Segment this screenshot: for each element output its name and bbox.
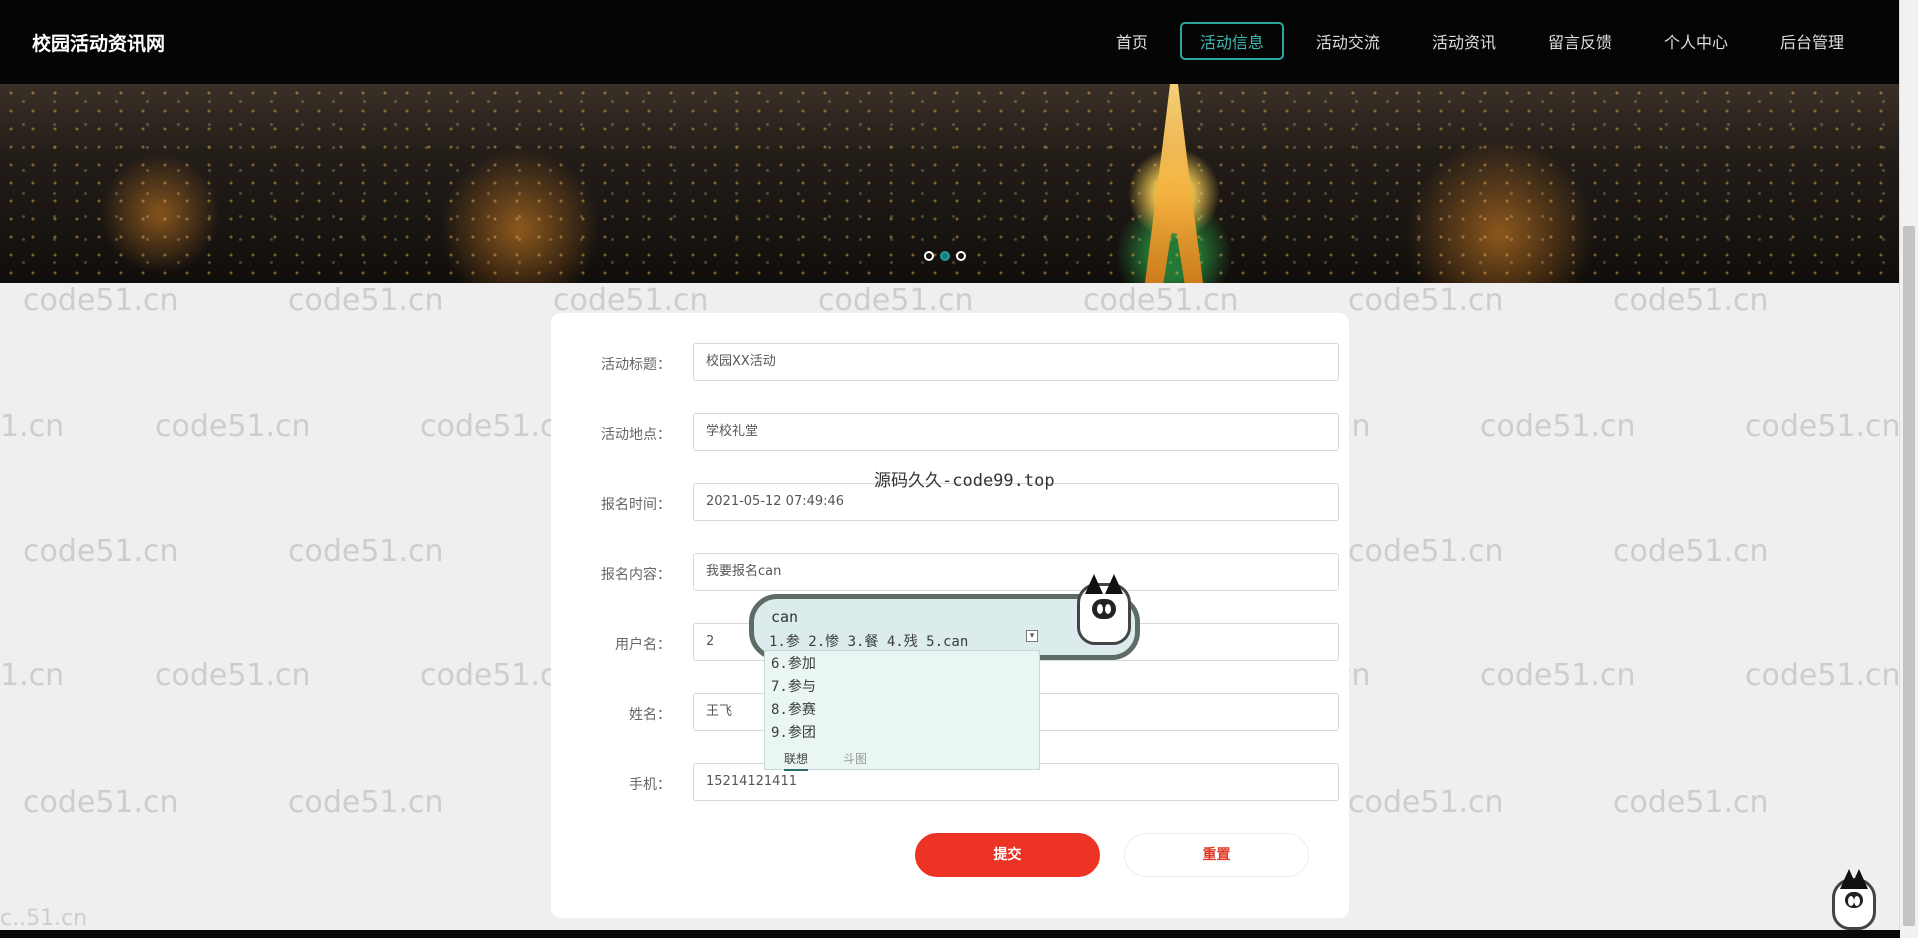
nav-activity-exchange[interactable]: 活动交流 bbox=[1296, 22, 1400, 60]
signup-time-label: 报名时间： bbox=[601, 497, 671, 513]
cat-face-icon bbox=[1092, 599, 1116, 619]
watermark-text: code51.cn bbox=[1745, 409, 1901, 444]
watermark-partial-text: c..51.cn bbox=[0, 906, 88, 931]
activity-location-label: 活动地点： bbox=[601, 427, 671, 443]
bottom-edge bbox=[0, 930, 1900, 938]
ime-tab-association[interactable]: 联想 bbox=[784, 750, 809, 771]
watermark-text: code51.cn bbox=[1348, 785, 1504, 820]
top-navigation-bar: 校园活动资讯网 首页 活动信息 活动交流 活动资讯 留言反馈 个人中心 后台管理 bbox=[0, 0, 1900, 84]
bottom-cat-mascot-icon bbox=[1832, 878, 1876, 930]
watermark-text: code51.cn bbox=[1348, 534, 1504, 569]
watermark-text: code51.cn bbox=[23, 785, 179, 820]
ime-input-text: can bbox=[771, 608, 799, 626]
name-label: 姓名： bbox=[629, 707, 671, 723]
form-row-signup-content: 报名内容： 我要报名can bbox=[571, 553, 1339, 593]
nav-activity-info[interactable]: 活动信息 bbox=[1179, 22, 1284, 60]
nav-home[interactable]: 首页 bbox=[1096, 22, 1168, 60]
watermark-text: code51.cn bbox=[288, 785, 444, 820]
cat-eye-icon bbox=[1854, 896, 1860, 906]
signup-content-label: 报名内容： bbox=[601, 567, 671, 583]
ime-candidate[interactable]: 8.参赛 bbox=[771, 699, 816, 719]
vertical-scrollbar[interactable] bbox=[1899, 0, 1918, 938]
form-row-activity-location: 活动地点： 学校礼堂 bbox=[571, 413, 1339, 453]
cat-mascot-icon bbox=[1077, 583, 1131, 645]
form-row-activity-title: 活动标题： 校园XX活动 bbox=[571, 343, 1339, 383]
ime-candidate[interactable]: 9.参团 bbox=[771, 722, 816, 742]
overlay-watermark-text: 源码久久-code99.top bbox=[874, 471, 1055, 491]
main-navigation: 首页 活动信息 活动交流 活动资讯 留言反馈 个人中心 后台管理 bbox=[1084, 22, 1864, 60]
signup-content-input[interactable]: 我要报名can bbox=[693, 553, 1339, 591]
nav-personal-center[interactable]: 个人中心 bbox=[1644, 22, 1748, 60]
cat-eye-icon bbox=[1097, 604, 1103, 614]
carousel-indicators bbox=[924, 251, 966, 261]
watermark-text: code51.cn bbox=[1745, 658, 1901, 693]
watermark-text: code51.cn bbox=[155, 409, 311, 444]
watermark-text: code51.cn bbox=[1480, 658, 1636, 693]
cat-eye-icon bbox=[1105, 604, 1111, 614]
ime-candidate[interactable]: 7.参与 bbox=[771, 676, 816, 696]
scrollbar-thumb[interactable] bbox=[1903, 226, 1915, 926]
nav-feedback[interactable]: 留言反馈 bbox=[1528, 22, 1632, 60]
carousel-dot-3[interactable] bbox=[956, 251, 966, 261]
username-label: 用户名： bbox=[615, 637, 671, 653]
watermark-text: code51.cn bbox=[23, 283, 179, 318]
chevron-down-icon[interactable]: ▾ bbox=[1026, 630, 1038, 642]
watermark-text: code51.cn bbox=[1348, 283, 1504, 318]
watermark-partial-text: 1.cn bbox=[0, 658, 65, 693]
reset-button[interactable]: 重置 bbox=[1124, 833, 1309, 877]
ime-candidate[interactable]: 6.参加 bbox=[771, 653, 816, 673]
watermark-text: code51.cn bbox=[155, 658, 311, 693]
watermark-text: code51.cn bbox=[288, 534, 444, 569]
watermark-text: code51.cn bbox=[1613, 785, 1769, 820]
site-title: 校园活动资讯网 bbox=[32, 33, 166, 55]
activity-title-input[interactable]: 校园XX活动 bbox=[693, 343, 1339, 381]
carousel-dot-1[interactable] bbox=[924, 251, 934, 261]
ime-candidate-row[interactable]: 1.参 2.惨 3.餐 4.残 5.can bbox=[769, 631, 968, 651]
watermark-text: code51.cn bbox=[1480, 409, 1636, 444]
watermark-text: code51.cn bbox=[1613, 534, 1769, 569]
nav-activity-news[interactable]: 活动资讯 bbox=[1412, 22, 1516, 60]
activity-title-label: 活动标题： bbox=[601, 357, 671, 373]
submit-button[interactable]: 提交 bbox=[915, 833, 1100, 877]
watermark-partial-text: 1.cn bbox=[0, 409, 65, 444]
watermark-text: code51.cn bbox=[23, 534, 179, 569]
watermark-text: code51.cn bbox=[1613, 283, 1769, 318]
nav-admin[interactable]: 后台管理 bbox=[1760, 22, 1864, 60]
watermark-text: code51.cn bbox=[288, 283, 444, 318]
carousel-dot-2[interactable] bbox=[940, 251, 950, 261]
ime-tab-emoji[interactable]: 斗图 bbox=[843, 750, 867, 767]
phone-label: 手机： bbox=[629, 777, 671, 793]
activity-location-input[interactable]: 学校礼堂 bbox=[693, 413, 1339, 451]
